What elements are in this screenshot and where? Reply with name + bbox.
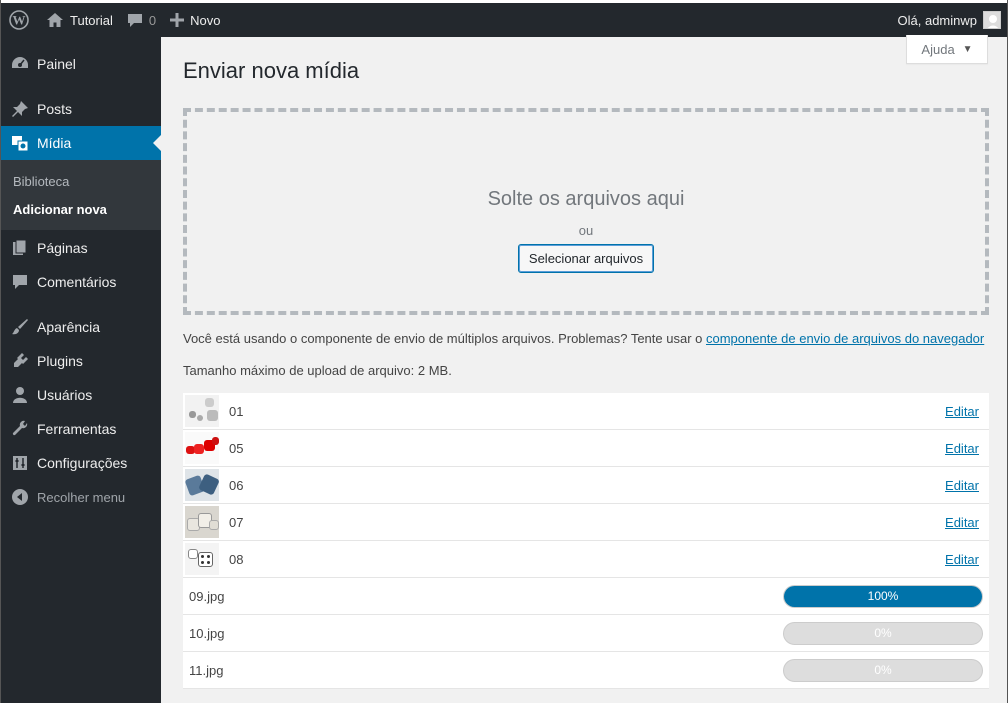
dropdown-arrow-icon: ▼: [962, 43, 973, 55]
progress-percent: 100%: [867, 589, 899, 603]
edit-link[interactable]: Editar: [945, 515, 979, 530]
new-label: Novo: [190, 12, 221, 28]
menu-label: Painel: [37, 56, 76, 72]
wordpress-logo-icon: W: [9, 10, 29, 30]
pending-upload-item: 10.jpg 0%: [183, 615, 989, 652]
users-icon: [10, 385, 30, 405]
submenu-item-biblioteca[interactable]: Biblioteca: [1, 167, 161, 195]
menu-label: Páginas: [37, 240, 88, 256]
site-name: Tutorial: [70, 12, 113, 28]
settings-icon: [10, 453, 30, 473]
comments-link[interactable]: 0: [120, 4, 163, 36]
or-text: ou: [578, 223, 594, 238]
menu-item-posts[interactable]: Posts: [1, 92, 161, 126]
comment-bubble-icon: [127, 12, 143, 28]
menu-item-midia[interactable]: Mídia: [1, 126, 161, 160]
media-thumbnail: [185, 543, 219, 575]
upload-filename: 10.jpg: [189, 625, 225, 641]
upload-filename: 09.jpg: [189, 588, 225, 604]
uploader-info-text: Você está usando o componente de envio d…: [183, 331, 706, 346]
submenu-item-adicionar-nova[interactable]: Adicionar nova: [1, 195, 161, 223]
menu-item-configuracoes[interactable]: Configurações: [1, 446, 161, 480]
media-item: 07 Editar: [183, 504, 989, 541]
upload-filename: 11.jpg: [189, 662, 224, 678]
upload-progress-bar: 0%: [783, 658, 983, 682]
pin-icon: [10, 99, 30, 119]
edit-link[interactable]: Editar: [945, 552, 979, 567]
media-title: 08: [229, 551, 244, 567]
media-item: 06 Editar: [183, 467, 989, 504]
edit-link[interactable]: Editar: [945, 404, 979, 419]
menu-item-paginas[interactable]: Páginas: [1, 231, 161, 265]
media-icon: [10, 133, 30, 153]
media-thumbnail: [185, 506, 219, 538]
upload-progress-bar: 0%: [783, 621, 983, 645]
pending-upload-item: 09.jpg 100%: [183, 578, 989, 615]
media-title: 07: [229, 514, 244, 530]
menu-item-painel[interactable]: Painel: [1, 47, 161, 81]
admin-sidebar: Painel Posts Mídia Biblioteca Adicionar …: [1, 37, 161, 703]
media-item: 05 Editar: [183, 430, 989, 467]
media-item: 01 Editar: [183, 393, 989, 430]
media-title: 06: [229, 477, 244, 493]
menu-label: Usuários: [37, 387, 93, 403]
greeting: Olá, adminwp: [897, 12, 977, 28]
collapse-arrow-icon: [10, 487, 30, 507]
wordpress-logo-button[interactable]: W: [1, 4, 39, 36]
my-account-link[interactable]: Olá, adminwp: [891, 4, 1007, 36]
help-label: Ajuda: [921, 41, 955, 57]
menu-item-plugins[interactable]: Plugins: [1, 344, 161, 378]
menu-item-usuarios[interactable]: Usuários: [1, 378, 161, 412]
plus-icon: [170, 13, 185, 27]
media-thumbnail: [185, 432, 219, 464]
edit-link[interactable]: Editar: [945, 441, 979, 456]
appearance-icon: [10, 317, 30, 337]
collapse-label: Recolher menu: [37, 489, 126, 505]
browser-uploader-link[interactable]: componente de envio de arquivos do naveg…: [706, 331, 984, 346]
menu-item-comentarios[interactable]: Comentários: [1, 265, 161, 299]
media-thumbnail: [185, 395, 219, 427]
help-tab-button[interactable]: Ajuda ▼: [906, 35, 988, 64]
progress-percent: 0%: [874, 663, 892, 677]
drop-text: Solte os arquivos aqui: [487, 188, 685, 210]
media-item: 08 Editar: [183, 541, 989, 578]
admin-bar: W Tutorial 0 Novo Olá, adminwp: [1, 0, 1007, 37]
select-files-button[interactable]: Selecionar arquivos: [517, 244, 655, 273]
dashboard-icon: [10, 54, 30, 74]
menu-label: Comentários: [37, 274, 117, 290]
collapse-menu-button[interactable]: Recolher menu: [1, 480, 161, 514]
page-title: Enviar nova mídia: [183, 58, 360, 83]
comments-count: 0: [148, 12, 157, 28]
edit-link[interactable]: Editar: [945, 478, 979, 493]
tools-icon: [10, 419, 30, 439]
upload-progress-bar: 100%: [783, 584, 983, 608]
uploader-info: Você está usando o componente de envio d…: [183, 331, 984, 346]
site-name-link[interactable]: Tutorial: [39, 4, 120, 36]
menu-item-aparencia[interactable]: Aparência: [1, 310, 161, 344]
menu-label: Configurações: [37, 455, 128, 471]
media-items-list: 01 Editar 05 Editar 06 Editar 07 Editar …: [183, 393, 989, 689]
menu-label: Aparência: [37, 319, 101, 335]
menu-label: Mídia: [37, 135, 72, 151]
new-content-button[interactable]: Novo: [163, 4, 227, 36]
media-submenu: Biblioteca Adicionar nova: [1, 160, 161, 230]
comments-icon: [10, 272, 30, 292]
pending-upload-item: 11.jpg 0%: [183, 652, 989, 689]
max-upload-size: Tamanho máximo de upload de arquivo: 2 M…: [183, 363, 452, 378]
media-thumbnail: [185, 469, 219, 501]
menu-label: Ferramentas: [37, 421, 117, 437]
plugins-icon: [10, 351, 30, 371]
media-title: 01: [229, 403, 244, 419]
pages-icon: [10, 238, 30, 258]
menu-item-ferramentas[interactable]: Ferramentas: [1, 412, 161, 446]
home-icon: [46, 12, 64, 28]
file-drop-area[interactable]: Solte os arquivos aqui ou Selecionar arq…: [183, 108, 989, 315]
menu-label: Plugins: [37, 353, 83, 369]
media-title: 05: [229, 440, 244, 456]
main-content: Ajuda ▼ Enviar nova mídia Solte os arqui…: [161, 35, 1007, 703]
svg-text:W: W: [13, 13, 26, 28]
menu-label: Posts: [37, 101, 73, 117]
progress-percent: 0%: [874, 626, 892, 640]
avatar: [983, 11, 1001, 29]
